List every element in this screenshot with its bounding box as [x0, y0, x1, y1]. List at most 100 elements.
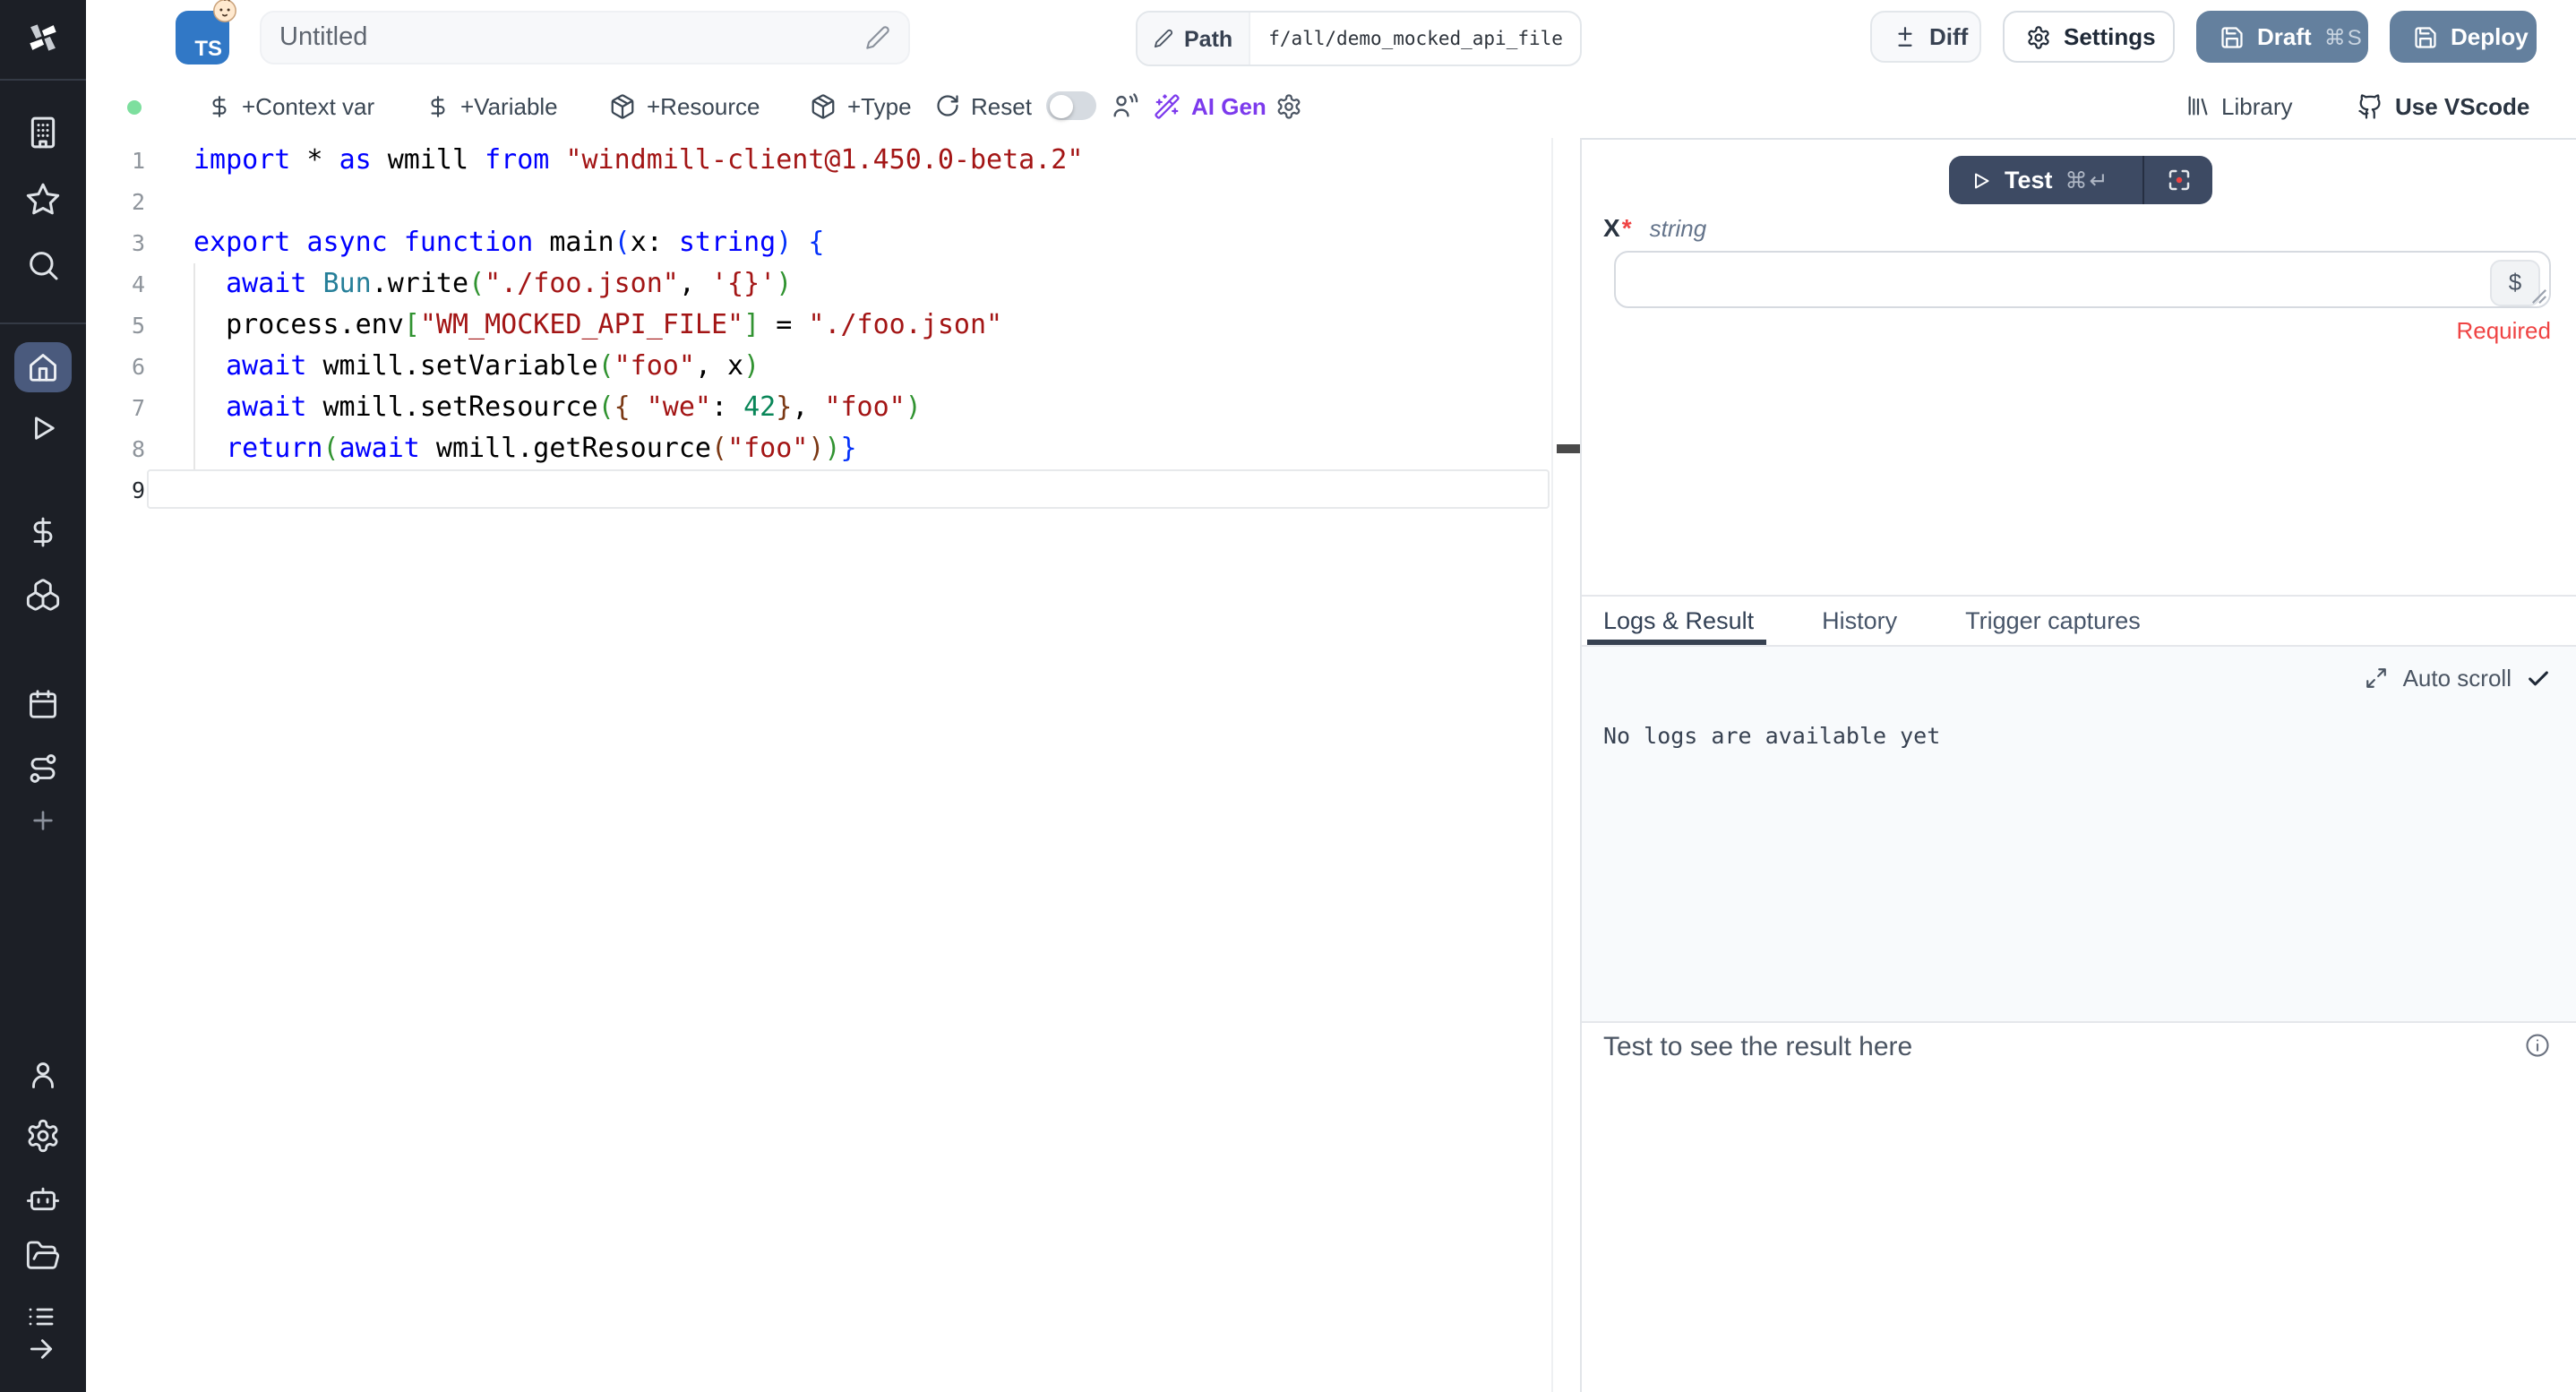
draft-shortcut: ⌘S — [2324, 24, 2364, 49]
diff-mode-toggle[interactable] — [1046, 75, 1096, 136]
expand-sidebar-arrow-icon[interactable] — [27, 1335, 56, 1363]
ai-gen-button[interactable]: AI Gen — [1154, 75, 1267, 136]
argument-name: X — [1603, 213, 1620, 242]
path-field[interactable]: Path f/all/demo_mocked_api_file — [1136, 11, 1583, 66]
save-icon — [2413, 24, 2438, 49]
test-button-group[interactable]: Test ⌘↵ — [1949, 156, 2212, 204]
triggers-route-icon[interactable] — [27, 752, 59, 785]
code-line[interactable]: 7 await wmill.setResource({ "we": 42}, "… — [86, 387, 1582, 428]
settings-button[interactable]: Settings — [2003, 11, 2175, 63]
script-title-field[interactable]: Untitled — [260, 11, 910, 64]
magic-wand-icon — [1154, 92, 1181, 119]
library-button[interactable]: Library — [2185, 75, 2293, 136]
variables-dollar-icon[interactable] — [27, 516, 59, 548]
editor-settings-gear-icon[interactable] — [1275, 75, 1302, 136]
code-line[interactable]: 5 process.env["WM_MOCKED_API_FILE"] = ".… — [86, 305, 1582, 346]
result-tabs: Logs & Result History Trigger captures — [1603, 595, 2141, 645]
windmill-logo-icon[interactable] — [23, 18, 63, 57]
runtime-emoji-badge — [211, 0, 238, 23]
logs-panel: Auto scroll No logs are available yet — [1582, 647, 2576, 1021]
overview-ruler-cursor — [1557, 444, 1580, 453]
draft-button[interactable]: Draft ⌘S — [2196, 11, 2368, 63]
draft-button-label: Draft — [2257, 23, 2312, 50]
settings-button-label: Settings — [2064, 23, 2156, 50]
package-icon — [609, 92, 636, 119]
logs-empty-message: No logs are available yet — [1603, 722, 1940, 749]
play-icon — [1971, 169, 1992, 191]
audit-list-icon[interactable] — [27, 1302, 56, 1331]
resources-boxes-icon[interactable] — [25, 577, 61, 613]
settings-gear-icon[interactable] — [25, 1118, 61, 1154]
code-line[interactable]: 3export async function main(x: string) { — [86, 222, 1582, 263]
search-icon[interactable] — [25, 247, 61, 283]
dollar-icon — [208, 94, 231, 117]
add-type-button[interactable]: +Type — [810, 75, 912, 136]
expand-logs-icon[interactable] — [2366, 666, 2389, 690]
result-placeholder: Test to see the result here — [1603, 1032, 1912, 1062]
deploy-button-label: Deploy — [2451, 23, 2529, 50]
windmill-script-editor: TS Untitled Path f/all/demo_mocked_api_f… — [0, 0, 2576, 1392]
workers-bot-icon[interactable] — [25, 1181, 61, 1216]
sidebar — [0, 0, 86, 1392]
user-icon[interactable] — [27, 1059, 59, 1091]
add-resource-button[interactable]: +Resource — [609, 75, 760, 136]
code-line[interactable]: 9 — [86, 469, 1582, 511]
status-dot — [127, 100, 142, 115]
diff-icon — [1893, 25, 1917, 48]
code-lines[interactable]: 1import * as wmill from "windmill-client… — [86, 140, 1582, 511]
use-vscode-label: Use VScode — [2395, 92, 2529, 119]
reset-button[interactable]: Reset — [935, 75, 1032, 136]
library-icon — [2185, 93, 2211, 118]
indent-guide — [193, 263, 194, 469]
language-badge-label: TS — [194, 36, 222, 61]
add-context-var-button[interactable]: +Context var — [208, 75, 374, 136]
runs-play-icon[interactable] — [27, 412, 59, 444]
test-shortcut: ⌘↵ — [2065, 167, 2110, 193]
deploy-button[interactable]: Deploy — [2390, 11, 2537, 63]
capture-test-button[interactable] — [2144, 156, 2212, 204]
argument-input[interactable]: $ — [1614, 251, 2551, 308]
diff-button-label: Diff — [1929, 23, 1968, 50]
tab-logs-result[interactable]: Logs & Result — [1603, 606, 1754, 633]
autoscroll-label: Auto scroll — [2403, 665, 2512, 692]
sidebar-divider — [0, 322, 86, 324]
code-line[interactable]: 8 return(await wmill.getResource("foo"))… — [86, 428, 1582, 469]
home-icon[interactable] — [27, 351, 59, 383]
path-label-section: Path — [1138, 13, 1250, 64]
add-context-var-label: +Context var — [242, 92, 374, 119]
favorites-star-icon[interactable] — [25, 181, 61, 217]
autoscroll-row: Auto scroll — [2366, 665, 2551, 692]
reset-rotate-icon — [935, 93, 960, 118]
info-icon[interactable] — [2524, 1032, 2551, 1059]
package-icon — [810, 92, 837, 119]
folders-icon[interactable] — [25, 1238, 61, 1274]
multiplayer-icon[interactable] — [1111, 75, 1139, 136]
add-variable-button[interactable]: +Variable — [426, 75, 558, 136]
result-divider — [1582, 1021, 2576, 1023]
use-vscode-button[interactable]: Use VScode — [2357, 75, 2529, 136]
editor-right-edge — [1551, 138, 1553, 1392]
diff-button[interactable]: Diff — [1870, 11, 1981, 63]
required-hint: Required — [1614, 317, 2551, 344]
tab-trigger-captures[interactable]: Trigger captures — [1965, 606, 2141, 633]
code-line[interactable]: 4 await Bun.write("./foo.json", '{}') — [86, 263, 1582, 305]
code-line[interactable]: 2 — [86, 181, 1582, 222]
path-value: f/all/demo_mocked_api_file — [1250, 13, 1581, 64]
code-line[interactable]: 1import * as wmill from "windmill-client… — [86, 140, 1582, 181]
workspace-building-icon[interactable] — [25, 115, 61, 150]
add-plus-icon[interactable] — [29, 806, 57, 835]
github-icon — [2357, 92, 2384, 119]
code-line[interactable]: 6 await wmill.setVariable("foo", x) — [86, 346, 1582, 387]
code-editor[interactable]: 1import * as wmill from "windmill-client… — [86, 138, 1582, 1392]
test-button[interactable]: Test ⌘↵ — [1949, 156, 2142, 204]
edit-path-pencil-icon — [1154, 29, 1173, 48]
resize-handle[interactable] — [2531, 288, 2547, 305]
edit-title-pencil-icon[interactable] — [865, 25, 890, 50]
path-label: Path — [1184, 26, 1232, 51]
schedules-calendar-icon[interactable] — [27, 688, 59, 720]
script-title: Untitled — [279, 23, 865, 52]
dollar-button-label: $ — [2509, 269, 2521, 296]
tab-history[interactable]: History — [1822, 606, 1897, 633]
autoscroll-checkbox-checked[interactable] — [2526, 666, 2551, 691]
add-type-label: +Type — [847, 92, 912, 119]
